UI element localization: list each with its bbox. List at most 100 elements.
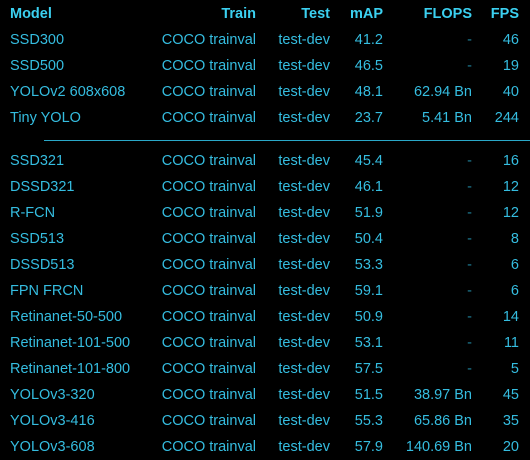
column-header-model: Model <box>10 6 52 22</box>
cell-train: COCO trainval <box>161 231 256 247</box>
table-row: Retinanet-101-800 COCO trainval test-dev 57… <box>0 356 530 382</box>
table-row: SSD513 COCO trainval test-dev 50.4 - 8 <box>0 226 530 252</box>
cell-test: test-dev <box>278 153 330 169</box>
cell-flops: 65.86 Bn <box>413 413 472 429</box>
cell-model: R-FCN <box>10 205 56 221</box>
table-row: YOLOv2 608x608 COCO trainval test-dev 48.1 6… <box>0 79 530 105</box>
group-divider-line <box>44 140 530 141</box>
table-row: Tiny YOLO COCO trainval test-dev 23.7 5.41 B… <box>0 105 530 131</box>
cell-map: 53.3 <box>354 257 383 273</box>
cell-test: test-dev <box>278 205 330 221</box>
cell-flops: 5.41 Bn <box>422 110 472 126</box>
cell-test: test-dev <box>278 179 330 195</box>
cell-fps: 11 <box>503 335 519 351</box>
cell-fps: 40 <box>502 84 519 100</box>
cell-fps: 14 <box>502 309 519 325</box>
cell-test: test-dev <box>278 283 330 299</box>
cell-train: COCO trainval <box>161 179 256 195</box>
cell-train: COCO trainval <box>161 110 256 126</box>
column-header-flops: FLOPS <box>423 6 472 22</box>
cell-model: SSD500 <box>10 58 65 74</box>
table-row: Retinanet-101-500 COCO trainval test-dev 53… <box>0 330 530 356</box>
cell-flops: - <box>467 153 472 169</box>
table-row: DSSD513 COCO trainval test-dev 53.3 - 6 <box>0 252 530 278</box>
cell-test: test-dev <box>278 439 330 455</box>
cell-test: test-dev <box>278 387 330 403</box>
cell-model: DSSD513 <box>10 257 75 273</box>
cell-flops: - <box>467 335 472 351</box>
table-row: SSD321 COCO trainval test-dev 45.4 - 16 <box>0 148 530 174</box>
cell-test: test-dev <box>278 32 330 48</box>
table-row: SSD300 COCO trainval test-dev 41.2 - 46 <box>0 27 530 53</box>
cell-flops: - <box>467 309 472 325</box>
cell-train: COCO trainval <box>161 257 256 273</box>
cell-test: test-dev <box>278 309 330 325</box>
cell-flops: - <box>467 283 472 299</box>
cell-flops: 38.97 Bn <box>413 387 472 403</box>
cell-flops: - <box>467 231 472 247</box>
cell-model: SSD321 <box>10 153 65 169</box>
cell-test: test-dev <box>278 231 330 247</box>
table-row: DSSD321 COCO trainval test-dev 46.1 - 12 <box>0 174 530 200</box>
cell-train: COCO trainval <box>161 387 256 403</box>
cell-fps: 6 <box>510 257 519 273</box>
cell-fps: 8 <box>510 231 519 247</box>
table-row: FPN FRCN COCO trainval test-dev 59.1 - 6 <box>0 278 530 304</box>
cell-train: COCO trainval <box>161 335 256 351</box>
cell-train: COCO trainval <box>161 58 256 74</box>
cell-test: test-dev <box>278 84 330 100</box>
cell-model: Retinanet-101-800 <box>10 361 131 377</box>
cell-flops: 62.94 Bn <box>413 84 472 100</box>
cell-test: test-dev <box>278 257 330 273</box>
cell-test: test-dev <box>278 110 330 126</box>
cell-train: COCO trainval <box>161 153 256 169</box>
cell-test: test-dev <box>278 335 330 351</box>
cell-map: 23.7 <box>354 110 383 126</box>
cell-model: YOLOv2 608x608 <box>10 84 126 100</box>
cell-model: YOLOv3-416 <box>10 413 95 429</box>
table-row: YOLOv3-320 COCO trainval test-dev 51.5 38.97… <box>0 382 530 408</box>
cell-fps: 46 <box>502 32 519 48</box>
cell-flops: - <box>467 361 472 377</box>
cell-fps: 16 <box>502 153 519 169</box>
cell-train: COCO trainval <box>161 84 256 100</box>
cell-model: Tiny YOLO <box>10 110 81 126</box>
cell-fps: 12 <box>502 205 519 221</box>
cell-map: 51.5 <box>354 387 383 403</box>
column-header-map: mAP <box>349 6 383 22</box>
cell-map: 51.9 <box>354 205 383 221</box>
cell-map: 45.4 <box>354 153 383 169</box>
cell-test: test-dev <box>278 58 330 74</box>
cell-model: Retinanet-101-500 <box>10 335 131 351</box>
cell-flops: - <box>467 257 472 273</box>
cell-train: COCO trainval <box>161 413 256 429</box>
column-header-train: Train <box>221 6 256 22</box>
cell-train: COCO trainval <box>161 439 256 455</box>
cell-model: YOLOv3-320 <box>10 387 95 403</box>
cell-map: 41.2 <box>354 32 383 48</box>
cell-train: COCO trainval <box>161 283 256 299</box>
cell-model: SSD300 <box>10 32 65 48</box>
cell-fps: 19 <box>502 58 519 74</box>
cell-model: Retinanet-50-500 <box>10 309 123 325</box>
cell-map: 55.3 <box>354 413 383 429</box>
cell-map: 50.4 <box>354 231 383 247</box>
cell-fps: 45 <box>502 387 519 403</box>
cell-flops: - <box>467 179 472 195</box>
table-row: Retinanet-50-500 COCO trainval test-dev 50.… <box>0 304 530 330</box>
cell-flops: - <box>467 58 472 74</box>
cell-fps: 20 <box>502 439 519 455</box>
cell-map: 57.5 <box>354 361 383 377</box>
column-header-fps: FPS <box>490 6 519 22</box>
table-header-row: Model Train Test mAP FLOPS FPS <box>0 1 530 27</box>
cell-map: 46.1 <box>354 179 383 195</box>
cell-fps: 6 <box>510 283 519 299</box>
cell-fps: 244 <box>494 110 519 126</box>
cell-model: YOLOv3-608 <box>10 439 95 455</box>
cell-map: 50.9 <box>354 309 383 325</box>
table-row: R-FCN COCO trainval test-dev 51.9 - 12 <box>0 200 530 226</box>
cell-fps: 12 <box>502 179 519 195</box>
cell-train: COCO trainval <box>161 32 256 48</box>
model-comparison-table: Model Train Test mAP FLOPS FPS SSD300 COC… <box>0 0 530 459</box>
table-row: YOLOv3-608 COCO trainval test-dev 57.9 140.6… <box>0 434 530 460</box>
